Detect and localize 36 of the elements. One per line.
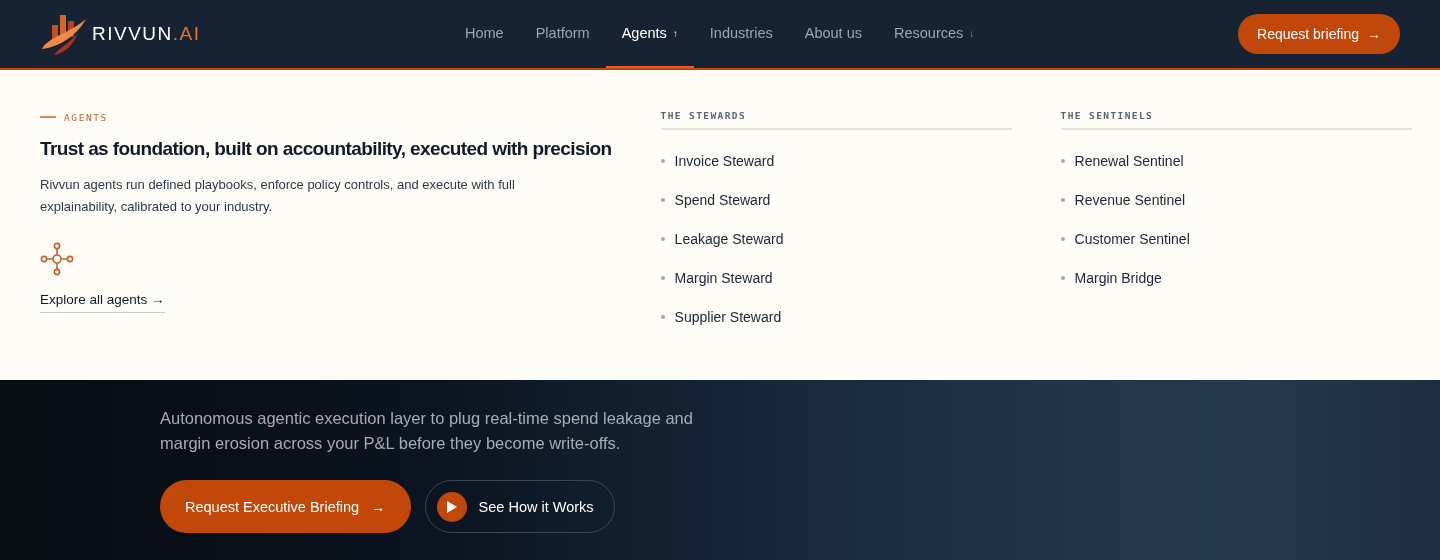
play-icon bbox=[436, 491, 467, 522]
request-briefing-button[interactable]: Request briefing → bbox=[1238, 14, 1400, 54]
bullet-dot bbox=[660, 198, 665, 203]
briefing-button[interactable]: Request Executive Briefing → bbox=[160, 480, 411, 533]
agent-link[interactable]: Spend Steward bbox=[674, 192, 771, 209]
agent-link[interactable]: Leakage Steward bbox=[674, 231, 784, 247]
logo-wordmark[interactable]: RIVVUN.AI bbox=[92, 23, 201, 45]
bullet-dot bbox=[660, 159, 665, 164]
explore-link[interactable]: Explore all agents → bbox=[40, 292, 165, 313]
hero-subtitle: Autonomous agentic execution layer to plug real-time spend leakage and margin erosion across your P&L before they become write-offs. bbox=[160, 408, 694, 454]
agent-link[interactable]: Renewal Sentinel bbox=[1074, 153, 1184, 170]
agent-link[interactable]: Customer Sentinel bbox=[1074, 231, 1190, 247]
agent-link[interactable]: Supplier Steward bbox=[674, 308, 782, 325]
network-node-icon bbox=[40, 242, 74, 276]
bullet-dot bbox=[1060, 198, 1065, 203]
column-heading: THE STEWARDS bbox=[660, 110, 1012, 130]
column-heading: THE SENTINELS bbox=[1060, 110, 1412, 130]
agent-link[interactable]: Margin Steward bbox=[674, 269, 773, 286]
nav-link[interactable]: Industries bbox=[693, 0, 789, 68]
bullet-dot bbox=[1060, 275, 1065, 280]
nav-link[interactable]: Home bbox=[449, 0, 520, 68]
agent-link[interactable]: Invoice Steward bbox=[674, 153, 775, 170]
bullet-dot bbox=[660, 237, 665, 241]
bullet-dot bbox=[1060, 237, 1065, 241]
dropdown-heading: Trust as foundation, built on accountability, executed with precision bbox=[40, 138, 612, 160]
section-eyebrow: AGENTS bbox=[64, 111, 108, 123]
agent-link[interactable]: Margin Bridge bbox=[1074, 269, 1162, 286]
bullet-dot bbox=[660, 314, 665, 319]
nav-link[interactable]: About us bbox=[788, 0, 878, 68]
dropdown-description: Rivvun agents run defined playbooks, enforce policy controls, and execute with full explainability, calibrated to your industry. bbox=[40, 176, 516, 216]
agent-link[interactable]: Revenue Sentinel bbox=[1074, 192, 1186, 209]
nav-link[interactable]: Agents ↑ bbox=[605, 0, 694, 68]
bullet-dot bbox=[1060, 159, 1065, 164]
nav-link[interactable]: Platform bbox=[519, 0, 606, 68]
nav-link[interactable]: Resources ↓ bbox=[877, 0, 991, 68]
bullet-dot bbox=[660, 275, 665, 280]
